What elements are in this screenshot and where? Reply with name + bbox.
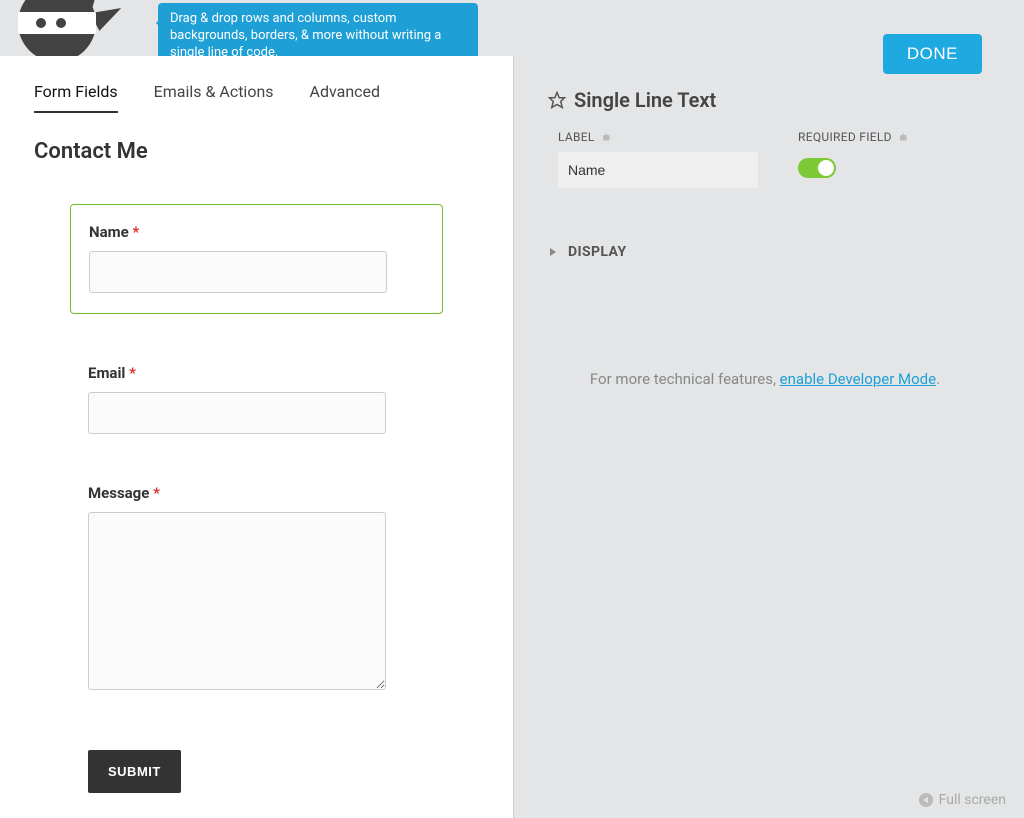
tab-form-fields[interactable]: Form Fields: [34, 82, 118, 113]
fullscreen-toggle[interactable]: Full screen: [919, 792, 1006, 808]
setting-required-heading: REQUIRED FIELD: [798, 130, 910, 144]
field-name-label: Name *: [89, 223, 424, 241]
field-email-input[interactable]: [88, 392, 386, 434]
done-button[interactable]: DONE: [883, 34, 982, 74]
form-builder-canvas: Form Fields Emails & Actions Advanced Co…: [0, 56, 514, 818]
field-settings-drawer: Single Line Text LABEL REQUIRED FIELD DI…: [548, 88, 982, 388]
builder-tabs: Form Fields Emails & Actions Advanced: [0, 56, 513, 119]
tab-advanced[interactable]: Advanced: [310, 82, 381, 113]
label-input[interactable]: [558, 152, 758, 188]
enable-developer-mode-link[interactable]: enable Developer Mode: [780, 370, 936, 388]
field-submit[interactable]: SUBMIT: [88, 744, 425, 793]
thumbs-down-icon[interactable]: [898, 131, 910, 143]
field-name-label-text: Name: [89, 223, 129, 241]
required-star-icon: *: [132, 223, 139, 241]
required-toggle[interactable]: [798, 158, 836, 178]
thumbs-down-icon[interactable]: [601, 131, 613, 143]
caret-right-icon: [548, 247, 558, 257]
display-section-header[interactable]: DISPLAY: [548, 244, 982, 260]
required-star-icon: *: [153, 484, 160, 502]
tab-emails-actions[interactable]: Emails & Actions: [154, 82, 274, 113]
developer-mode-note: For more technical features, enable Deve…: [548, 370, 982, 388]
form-title[interactable]: Contact Me: [0, 119, 513, 174]
arrow-left-circle-icon: [919, 793, 933, 807]
setting-label-heading: LABEL: [558, 130, 758, 144]
fullscreen-label: Full screen: [939, 792, 1006, 808]
field-message-input[interactable]: [88, 512, 386, 690]
required-star-icon: *: [129, 364, 136, 382]
field-name[interactable]: Name *: [70, 204, 443, 314]
ninja-logo: [18, 0, 118, 64]
field-email-label: Email *: [88, 364, 425, 382]
field-name-input[interactable]: [89, 251, 387, 293]
field-email[interactable]: Email *: [88, 364, 425, 434]
field-message-label-text: Message: [88, 484, 149, 502]
field-type-title: Single Line Text: [574, 88, 716, 112]
field-message[interactable]: Message *: [88, 484, 425, 694]
field-message-label: Message *: [88, 484, 425, 502]
star-outline-icon[interactable]: [548, 91, 566, 109]
submit-button[interactable]: SUBMIT: [88, 750, 181, 793]
field-email-label-text: Email: [88, 364, 125, 382]
